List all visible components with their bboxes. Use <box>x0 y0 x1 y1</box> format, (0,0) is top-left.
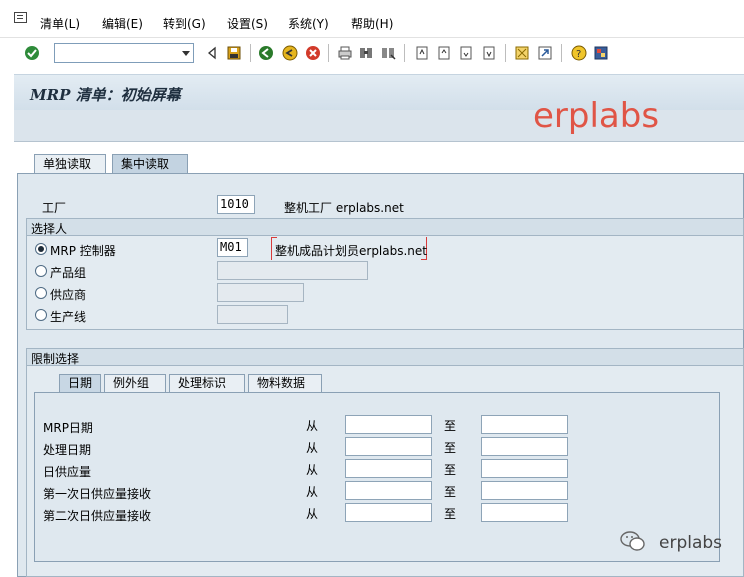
print-icon[interactable] <box>337 45 353 61</box>
tab-single-read[interactable]: 单独读取 <box>34 154 106 174</box>
days-supply-to-field[interactable] <box>481 459 568 478</box>
first-receipt-from-field[interactable] <box>345 481 432 500</box>
selector-group-title: 选择人 <box>31 222 68 236</box>
back-icon[interactable] <box>258 45 274 61</box>
to-label: 至 <box>444 463 457 477</box>
watermark-text: erplabs <box>533 96 660 136</box>
tab-processing-key[interactable]: 处理标识 <box>169 374 245 393</box>
mrp-controller-field[interactable]: M01 <box>217 238 248 257</box>
radio-mrp-controller[interactable] <box>35 243 47 255</box>
to-label: 至 <box>444 441 457 455</box>
to-label: 至 <box>444 485 457 499</box>
from-label: 从 <box>306 463 319 477</box>
vendor-field[interactable] <box>217 283 304 302</box>
tab-date[interactable]: 日期 <box>59 374 101 393</box>
enter-icon[interactable] <box>24 45 40 61</box>
restrict-group-header: 限制选择 <box>27 349 743 366</box>
processing-date-to-field[interactable] <box>481 437 568 456</box>
product-group-field[interactable] <box>217 261 368 280</box>
tab-material-data[interactable]: 物料数据 <box>248 374 322 393</box>
command-field[interactable] <box>54 43 194 63</box>
from-label: 从 <box>306 441 319 455</box>
processing-date-label: 处理日期 <box>43 443 92 457</box>
product-group-label: 产品组 <box>50 266 87 280</box>
menu-settings[interactable]: 设置(S) <box>227 15 268 32</box>
radio-product-group[interactable] <box>35 265 47 277</box>
menu-bar: 清单(L) 编辑(E) 转到(G) 设置(S) 系统(Y) 帮助(H) <box>0 0 744 38</box>
days-supply-label: 日供应量 <box>43 465 92 479</box>
window-menu-icon[interactable] <box>14 12 27 23</box>
from-label: 从 <box>306 507 319 521</box>
selector-group: 选择人 <box>26 218 744 330</box>
plant-label: 工厂 <box>42 201 67 215</box>
next-page-icon[interactable] <box>458 45 474 61</box>
customize-layout-icon[interactable] <box>593 45 609 61</box>
plant-field[interactable]: 1010 <box>217 195 255 214</box>
find-icon[interactable] <box>358 45 374 61</box>
find-next-icon[interactable] <box>380 45 396 61</box>
vendor-label: 供应商 <box>50 288 87 302</box>
first-receipt-days-supply-label: 第一次日供应量接收 <box>43 487 152 501</box>
mrp-date-from-field[interactable] <box>345 415 432 434</box>
plant-description: 整机工厂 erplabs.net <box>284 201 404 215</box>
collapse-arrow-icon[interactable] <box>204 45 220 61</box>
menu-goto[interactable]: 转到(G) <box>163 15 206 32</box>
menu-edit[interactable]: 编辑(E) <box>102 15 143 32</box>
exit-icon[interactable] <box>282 45 298 61</box>
cancel-icon[interactable] <box>305 45 321 61</box>
svg-text:?: ? <box>576 49 581 60</box>
menu-system[interactable]: 系统(Y) <box>288 15 329 32</box>
first-page-icon[interactable] <box>414 45 430 61</box>
toolbar-separator <box>328 44 329 62</box>
first-receipt-to-field[interactable] <box>481 481 568 500</box>
footer-watermark-text: erplabs <box>659 533 723 553</box>
menu-help[interactable]: 帮助(H) <box>351 15 393 32</box>
to-label: 至 <box>444 419 457 433</box>
production-line-label: 生产线 <box>50 310 87 324</box>
mrp-date-to-field[interactable] <box>481 415 568 434</box>
toolbar-separator <box>250 44 251 62</box>
from-label: 从 <box>306 485 319 499</box>
new-session-icon[interactable] <box>514 45 530 61</box>
toolbar-separator <box>404 44 405 62</box>
previous-page-icon[interactable] <box>436 45 452 61</box>
page-title: MRP 清单：初始屏幕 <box>30 86 181 104</box>
selector-group-header: 选择人 <box>27 219 743 236</box>
help-icon[interactable]: ? <box>571 45 587 61</box>
mrp-date-label: MRP日期 <box>43 421 93 435</box>
restrict-group-title: 限制选择 <box>31 352 80 366</box>
last-page-icon[interactable] <box>481 45 497 61</box>
save-icon[interactable] <box>226 45 242 61</box>
radio-production-line[interactable] <box>35 309 47 321</box>
second-receipt-to-field[interactable] <box>481 503 568 522</box>
mrp-controller-label: MRP 控制器 <box>50 244 116 258</box>
standard-toolbar: ? <box>0 38 744 68</box>
radio-vendor[interactable] <box>35 287 47 299</box>
toolbar-separator <box>561 44 562 62</box>
tab-exception-group[interactable]: 例外组 <box>104 374 166 393</box>
processing-date-from-field[interactable] <box>345 437 432 456</box>
from-label: 从 <box>306 419 319 433</box>
wechat-icon <box>620 530 646 552</box>
to-label: 至 <box>444 507 457 521</box>
mrp-controller-description: 整机成品计划员erplabs.net <box>275 244 427 258</box>
shortcut-icon[interactable] <box>537 45 553 61</box>
days-supply-from-field[interactable] <box>345 459 432 478</box>
toolbar-separator <box>505 44 506 62</box>
second-receipt-days-supply-label: 第二次日供应量接收 <box>43 509 152 523</box>
chevron-down-icon[interactable] <box>182 51 190 56</box>
second-receipt-from-field[interactable] <box>345 503 432 522</box>
menu-list[interactable]: 清单(L) <box>40 15 80 32</box>
production-line-field[interactable] <box>217 305 288 324</box>
tab-collective-read[interactable]: 集中读取 <box>112 154 188 174</box>
